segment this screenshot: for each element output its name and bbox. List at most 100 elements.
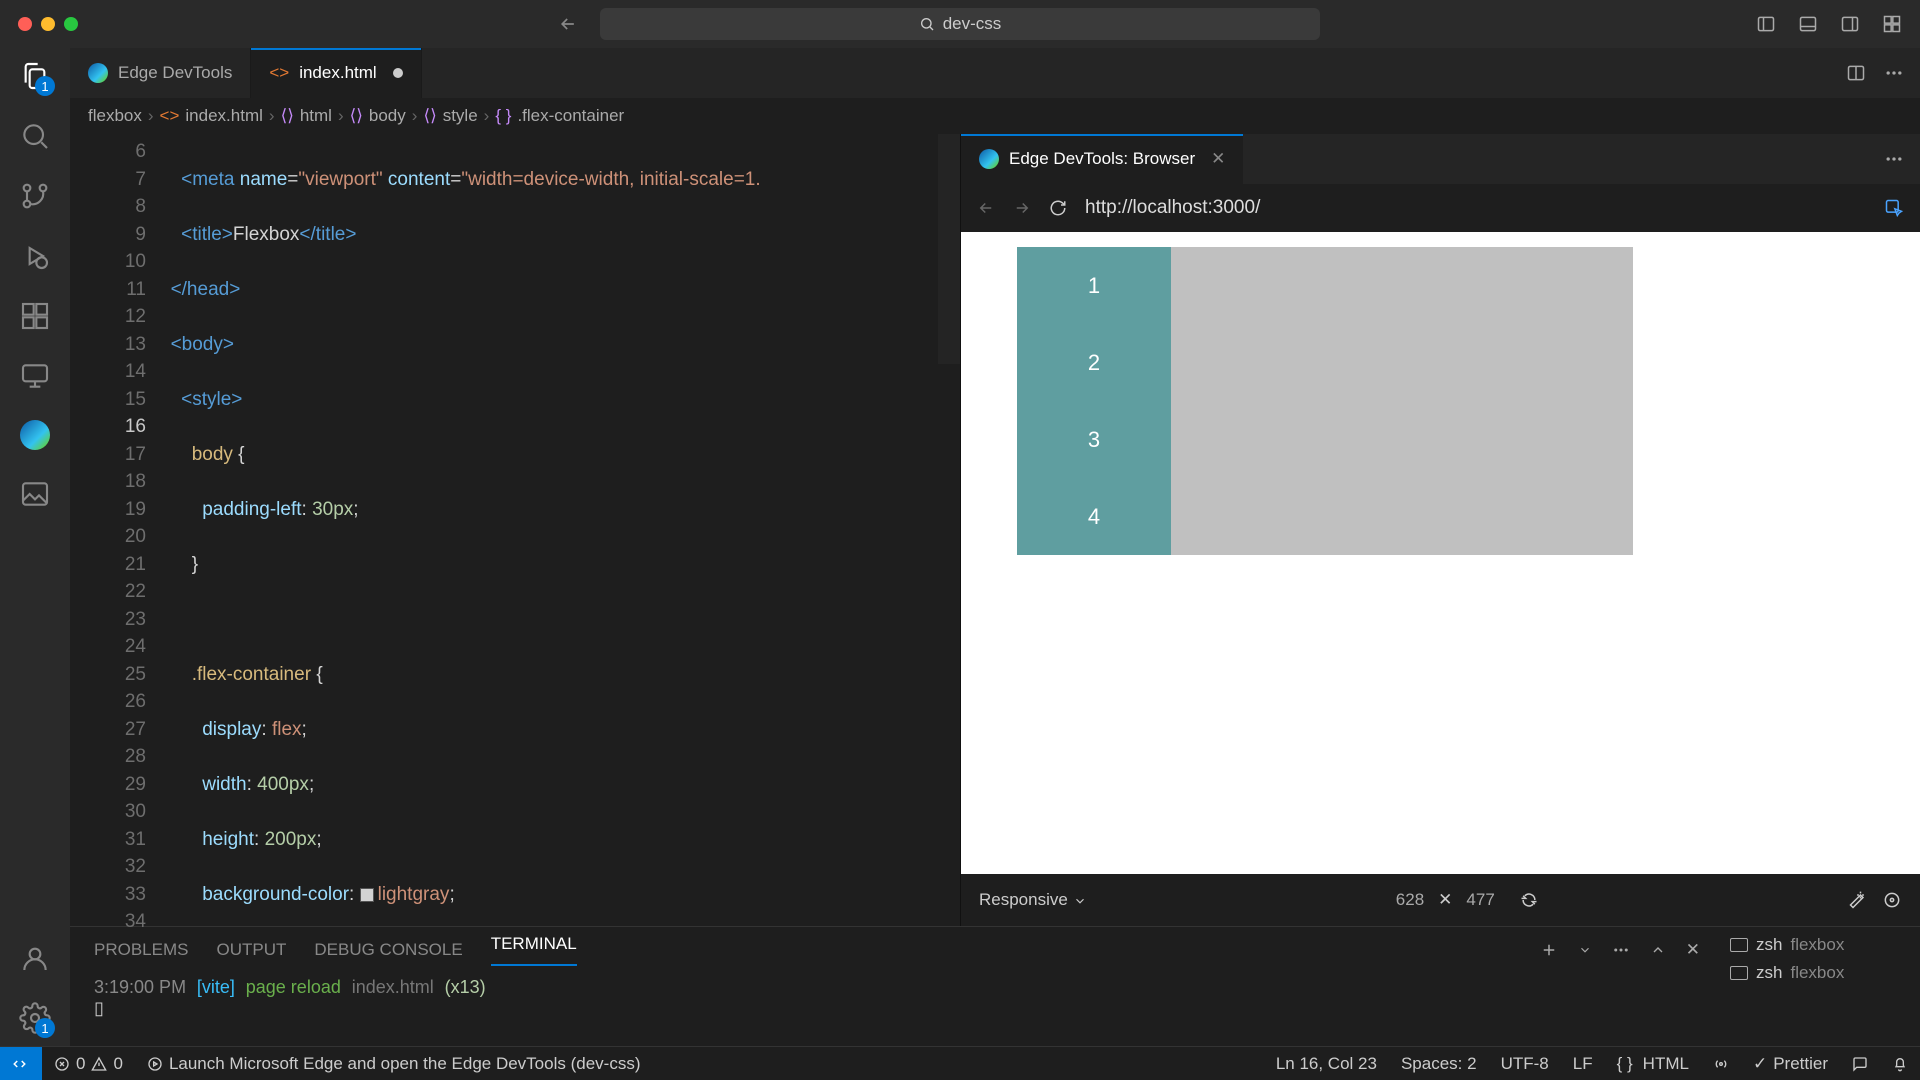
nav-back-button[interactable] xyxy=(558,14,578,34)
remote-indicator[interactable] xyxy=(0,1047,42,1080)
flex-child-preview: 4 xyxy=(1017,478,1171,555)
browser-back-button[interactable] xyxy=(977,199,995,217)
panel-tab-terminal[interactable]: TERMINAL xyxy=(491,934,577,966)
search-icon xyxy=(19,120,51,152)
status-cursor-position[interactable]: Ln 16, Col 23 xyxy=(1264,1054,1389,1074)
status-launch-task[interactable]: Launch Microsoft Edge and open the Edge … xyxy=(135,1054,653,1074)
layout-panel-icon[interactable] xyxy=(1798,14,1818,34)
terminal-list-item[interactable]: zshflexbox xyxy=(1730,963,1910,983)
activity-account[interactable] xyxy=(19,942,51,974)
monitor-icon xyxy=(19,360,51,392)
activity-edge[interactable] xyxy=(20,420,50,450)
close-window-button[interactable] xyxy=(18,17,32,31)
minimap[interactable] xyxy=(938,134,960,364)
inspect-icon[interactable] xyxy=(1884,198,1904,218)
terminal-dropdown-icon[interactable] xyxy=(1578,943,1592,957)
tab-browser-preview[interactable]: Edge DevTools: Browser ✕ xyxy=(961,134,1243,184)
browser-forward-button[interactable] xyxy=(1013,199,1031,217)
tab-edge-devtools[interactable]: Edge DevTools xyxy=(70,48,251,98)
flex-container-preview: 1 2 3 4 xyxy=(1017,247,1633,555)
code-editor[interactable]: 6789101112131415161718192021222324252627… xyxy=(70,134,960,926)
status-indent[interactable]: Spaces: 2 xyxy=(1389,1054,1489,1074)
breadcrumb-item[interactable]: index.html xyxy=(185,106,262,126)
activity-scm[interactable] xyxy=(19,180,51,212)
device-mode-select[interactable]: Responsive xyxy=(979,890,1087,910)
tab-index-html[interactable]: <> index.html xyxy=(251,48,421,98)
activity-debug[interactable] xyxy=(19,240,51,272)
command-center[interactable]: dev-css xyxy=(600,8,1320,40)
more-actions-icon[interactable] xyxy=(1612,941,1630,959)
panel-tab-problems[interactable]: PROBLEMS xyxy=(94,940,188,960)
activity-remote[interactable] xyxy=(19,360,51,392)
status-eol[interactable]: LF xyxy=(1561,1054,1605,1074)
url-input[interactable] xyxy=(1085,197,1866,219)
more-actions-icon[interactable] xyxy=(1884,63,1904,83)
target-icon[interactable] xyxy=(1882,890,1902,910)
activity-settings[interactable]: 1 xyxy=(19,1002,51,1034)
status-language[interactable]: { }HTML xyxy=(1605,1054,1701,1074)
edge-icon xyxy=(20,420,50,450)
modified-indicator-icon xyxy=(393,68,403,78)
breadcrumb-item[interactable]: style xyxy=(443,106,478,126)
tab-label: index.html xyxy=(299,63,376,83)
activity-search[interactable] xyxy=(19,120,51,152)
flex-child-preview: 2 xyxy=(1017,324,1171,401)
terminal-output[interactable]: 3:19:00 PM [vite] page reload index.html… xyxy=(70,973,1720,1023)
more-actions-icon[interactable] xyxy=(1884,149,1904,169)
flex-child-preview: 3 xyxy=(1017,401,1171,478)
layout-sidebar-right-icon[interactable] xyxy=(1840,14,1860,34)
code-content[interactable]: <meta name="viewport" content="width=dev… xyxy=(160,134,960,926)
breadcrumb-item[interactable]: flexbox xyxy=(88,106,142,126)
wand-icon[interactable] xyxy=(1848,890,1868,910)
viewport-width[interactable]: 628 xyxy=(1396,890,1424,910)
activity-extensions[interactable] xyxy=(19,300,51,332)
status-feedback[interactable] xyxy=(1840,1056,1880,1072)
rotate-icon[interactable] xyxy=(1519,890,1539,910)
breadcrumb-item[interactable]: body xyxy=(369,106,406,126)
explorer-badge: 1 xyxy=(35,76,55,96)
search-icon xyxy=(919,16,935,32)
status-encoding[interactable]: UTF-8 xyxy=(1489,1054,1561,1074)
terminal-icon xyxy=(1730,938,1748,952)
zoom-window-button[interactable] xyxy=(64,17,78,31)
bracket-icon: ⟨⟩ xyxy=(281,106,294,126)
split-editor-icon[interactable] xyxy=(1846,63,1866,83)
tab-label: Edge DevTools xyxy=(118,63,232,83)
new-terminal-button[interactable] xyxy=(1540,941,1558,959)
braces-icon: { } xyxy=(495,106,511,126)
status-port[interactable] xyxy=(1701,1056,1741,1072)
debug-alt-icon xyxy=(147,1056,163,1072)
rendered-page: 1 2 3 4 xyxy=(961,232,1920,874)
close-panel-icon[interactable]: ✕ xyxy=(1686,940,1700,960)
account-icon xyxy=(19,942,51,974)
broadcast-icon xyxy=(1713,1056,1729,1072)
activity-image[interactable] xyxy=(19,478,51,510)
browser-reload-button[interactable] xyxy=(1049,199,1067,217)
html-file-icon: <> xyxy=(269,63,289,83)
close-icon[interactable]: ✕ xyxy=(1211,149,1225,169)
tab-label: Edge DevTools: Browser xyxy=(1009,149,1195,169)
device-toolbar: Responsive 628 ✕ 477 xyxy=(961,874,1920,926)
git-branch-icon xyxy=(19,180,51,212)
activity-explorer[interactable]: 1 xyxy=(19,60,51,92)
status-notifications[interactable] xyxy=(1880,1056,1920,1072)
status-prettier[interactable]: ✓ Prettier xyxy=(1741,1054,1840,1074)
panel-tab-output[interactable]: OUTPUT xyxy=(216,940,286,960)
breadcrumb-item[interactable]: html xyxy=(300,106,332,126)
flex-child-preview: 1 xyxy=(1017,247,1171,324)
minimize-window-button[interactable] xyxy=(41,17,55,31)
command-center-text: dev-css xyxy=(943,14,1002,34)
edge-icon xyxy=(979,149,999,169)
panel-tab-debug[interactable]: DEBUG CONSOLE xyxy=(314,940,462,960)
terminal-list-item[interactable]: zshflexbox xyxy=(1730,935,1910,955)
layout-sidebar-left-icon[interactable] xyxy=(1756,14,1776,34)
viewport-height[interactable]: 477 xyxy=(1466,890,1494,910)
breadcrumb[interactable]: flexbox› <> index.html› ⟨⟩ html› ⟨⟩ body… xyxy=(70,98,1920,134)
status-problems[interactable]: 0 0 xyxy=(42,1054,135,1074)
customize-layout-icon[interactable] xyxy=(1882,14,1902,34)
status-bar: 0 0 Launch Microsoft Edge and open the E… xyxy=(0,1046,1920,1080)
settings-badge: 1 xyxy=(35,1018,55,1038)
warning-icon xyxy=(91,1056,107,1072)
maximize-panel-icon[interactable] xyxy=(1650,942,1666,958)
breadcrumb-item[interactable]: .flex-container xyxy=(517,106,624,126)
